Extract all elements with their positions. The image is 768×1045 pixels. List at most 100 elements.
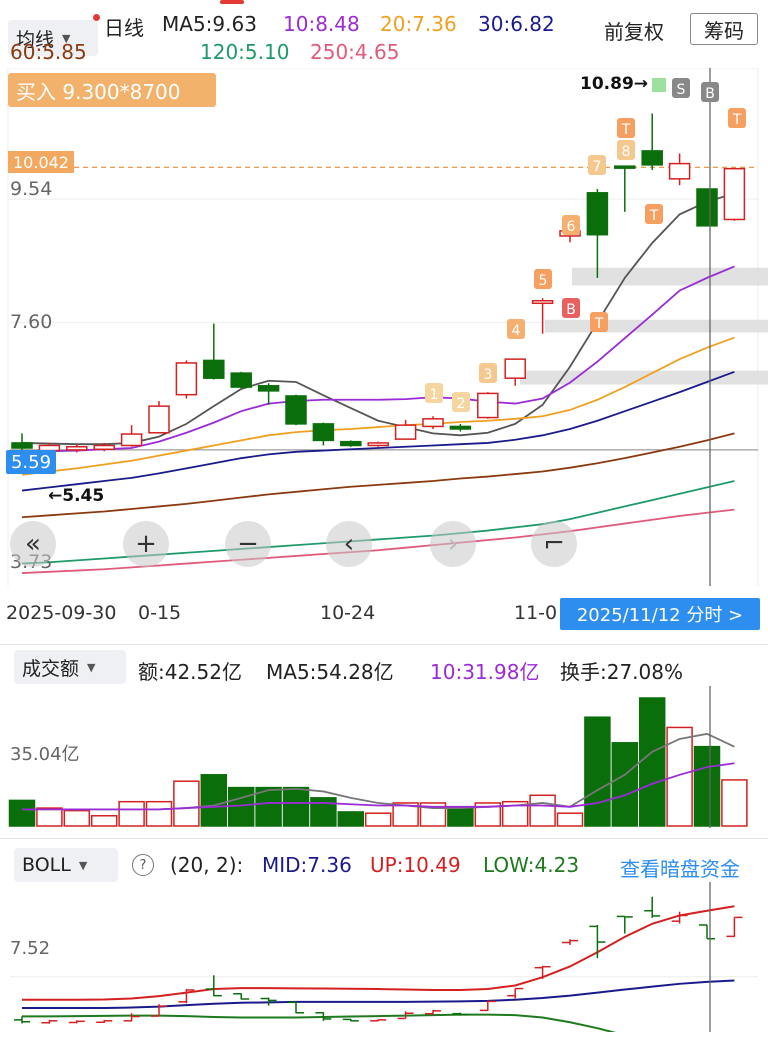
volume-bar xyxy=(638,697,666,827)
candle xyxy=(504,358,526,379)
help-icon[interactable]: ? xyxy=(132,854,154,876)
volume-bar xyxy=(447,807,474,827)
signal-badge-text: 6 xyxy=(567,219,576,235)
chips-button[interactable]: 筹码 xyxy=(690,13,758,45)
panel-divider xyxy=(0,644,768,645)
signal-badge-buy-text: B xyxy=(566,302,576,318)
volume-bar xyxy=(173,780,200,827)
buy-order-tag[interactable]: 买入 9.300*8700 xyxy=(8,73,216,107)
dark-pool-link[interactable]: 查看暗盘资金 xyxy=(620,853,740,882)
chevron-left-icon[interactable]: ‹ xyxy=(326,521,372,567)
signal-badge-text: 4 xyxy=(512,323,521,339)
turnover-amount: 额:42.52亿 xyxy=(138,660,242,684)
ma10-legend: 10:8.48 xyxy=(283,12,360,36)
ma120-legend: 120:5.10 xyxy=(200,40,290,64)
candle xyxy=(66,445,88,451)
signal-badge-up xyxy=(652,78,666,92)
reset-view-icon[interactable]: ⌐ xyxy=(531,521,577,567)
zoom-in-icon[interactable]: + xyxy=(123,521,169,567)
candle xyxy=(203,359,225,379)
drag-handle[interactable] xyxy=(220,0,244,4)
volume-bar xyxy=(721,779,748,827)
volume-bar xyxy=(118,800,145,827)
volume-bar xyxy=(36,807,63,827)
boll-up: UP:10.49 xyxy=(370,853,461,877)
volume-bar xyxy=(8,799,36,827)
price-chart[interactable]: 1 2 3 4 5 6 7 8 B S B T T T T xyxy=(0,68,768,598)
notice-dot-icon xyxy=(93,14,100,21)
indicator-selector-label: BOLL xyxy=(22,854,71,876)
volume-bar xyxy=(337,811,365,827)
period-label[interactable]: 日线 xyxy=(104,12,144,41)
high-price-label: 10.89→ xyxy=(580,74,649,94)
ma5-legend: MA5:9.63 xyxy=(162,12,257,36)
panel-divider xyxy=(0,838,768,839)
rewind-icon[interactable]: « xyxy=(10,521,56,567)
boll-mid: MID:7.36 xyxy=(262,853,352,877)
candle xyxy=(586,192,609,236)
volume-bar xyxy=(282,786,310,827)
candle xyxy=(614,165,636,169)
candle xyxy=(93,444,115,451)
low-price-label: ←5.45 xyxy=(48,486,105,506)
candle xyxy=(285,395,307,425)
volume-selector[interactable]: 成交额 ▼ xyxy=(14,650,126,684)
volume-bar xyxy=(584,716,611,827)
candle xyxy=(230,372,252,388)
candle xyxy=(11,442,33,449)
candle xyxy=(120,433,143,447)
candle xyxy=(449,425,472,430)
candle xyxy=(394,424,417,440)
zoom-out-icon[interactable]: − xyxy=(225,521,271,567)
signal-badge-text: 8 xyxy=(622,144,631,160)
y-label-7-60: 7.60 xyxy=(10,311,53,333)
current-price-marker: 5.59 xyxy=(6,450,56,474)
ma20-legend: 20:7.36 xyxy=(380,12,457,36)
candle xyxy=(696,188,718,227)
candle xyxy=(422,418,444,428)
low-price-value: 5.45 xyxy=(62,486,105,506)
y-label-9-54: 9.54 xyxy=(10,178,53,200)
signal-badge-buy-text: B xyxy=(705,86,715,102)
volume-y-label: 35.04亿 xyxy=(10,744,80,765)
volume-ma5: MA5:54.28亿 xyxy=(266,660,394,684)
volume-bar xyxy=(90,815,118,827)
chevron-right-icon[interactable]: › xyxy=(430,521,476,567)
chip-zone xyxy=(545,319,768,333)
volume-ma10: 10:31.98亿 xyxy=(430,660,540,684)
boll-chart[interactable] xyxy=(0,882,768,1032)
signal-badge-t-text: T xyxy=(732,112,742,128)
candle xyxy=(367,442,389,447)
boll-y-label: 7.52 xyxy=(10,938,51,959)
indicator-selector[interactable]: BOLL ▼ xyxy=(14,848,118,882)
volume-bar xyxy=(529,794,556,827)
candle xyxy=(723,167,746,221)
signal-badge-text: 7 xyxy=(593,159,602,175)
volume-bar xyxy=(63,809,91,827)
date-label-2: 10-24 xyxy=(320,602,376,624)
volume-chart[interactable] xyxy=(0,686,768,828)
signal-badge-t-text: T xyxy=(621,122,631,138)
signal-badge-text: 5 xyxy=(539,273,548,289)
candle xyxy=(175,362,198,396)
ma30-legend: 30:6.82 xyxy=(478,12,555,36)
date-label-1: 0-15 xyxy=(138,602,182,624)
volume-bar xyxy=(611,742,639,827)
signal-badge-text: 1 xyxy=(430,387,439,403)
candle xyxy=(340,440,362,447)
volume-bar xyxy=(200,774,228,827)
signal-badge-text: 2 xyxy=(457,396,466,412)
signal-badge-sell-text: S xyxy=(677,82,686,98)
volume-bar xyxy=(693,745,721,827)
candle xyxy=(312,423,335,442)
candle xyxy=(257,385,280,392)
volume-bar xyxy=(364,812,392,827)
timeshare-button[interactable]: 2025/11/12 分时 > xyxy=(560,598,760,630)
high-price-value: 10.89 xyxy=(580,74,634,94)
chevron-down-icon: ▼ xyxy=(87,660,96,674)
candle xyxy=(148,405,170,434)
adjust-toggle[interactable]: 前复权 xyxy=(604,16,664,45)
boll-params: (20, 2): xyxy=(170,853,244,877)
ma60-legend: 60:5.85 xyxy=(10,40,87,64)
chevron-down-icon: ▼ xyxy=(78,858,88,872)
